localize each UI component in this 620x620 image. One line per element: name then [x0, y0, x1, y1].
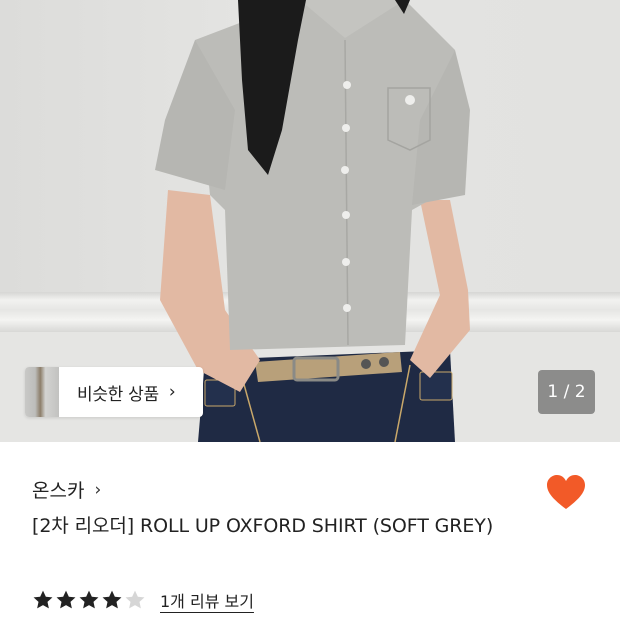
star-icon [125, 590, 145, 609]
heart-icon[interactable] [546, 474, 586, 512]
chevron-right-icon: › [94, 479, 102, 500]
star-icon [56, 590, 76, 609]
star-rating [32, 589, 146, 611]
star-icon [33, 590, 53, 609]
similar-products-button[interactable]: 비슷한 상품 › [25, 367, 203, 417]
product-image-gallery[interactable]: 비슷한 상품 › 1 / 2 [0, 0, 620, 442]
review-link[interactable]: 1개 리뷰 보기 [160, 588, 254, 612]
brand-name: 온스카 [32, 480, 85, 502]
rating-row: 1개 리뷰 보기 [32, 588, 254, 612]
brand-link[interactable]: 온스카 › [32, 476, 101, 503]
product-title: [2차 리오더] ROLL UP OXFORD SHIRT (SOFT GREY… [32, 515, 494, 537]
image-counter-badge: 1 / 2 [538, 370, 595, 414]
star-icon [102, 590, 122, 609]
similar-products-label: 비슷한 상품 [77, 384, 159, 405]
similar-product-thumbnail [25, 367, 59, 417]
star-icon [79, 590, 99, 609]
chevron-right-icon: › [168, 382, 176, 402]
